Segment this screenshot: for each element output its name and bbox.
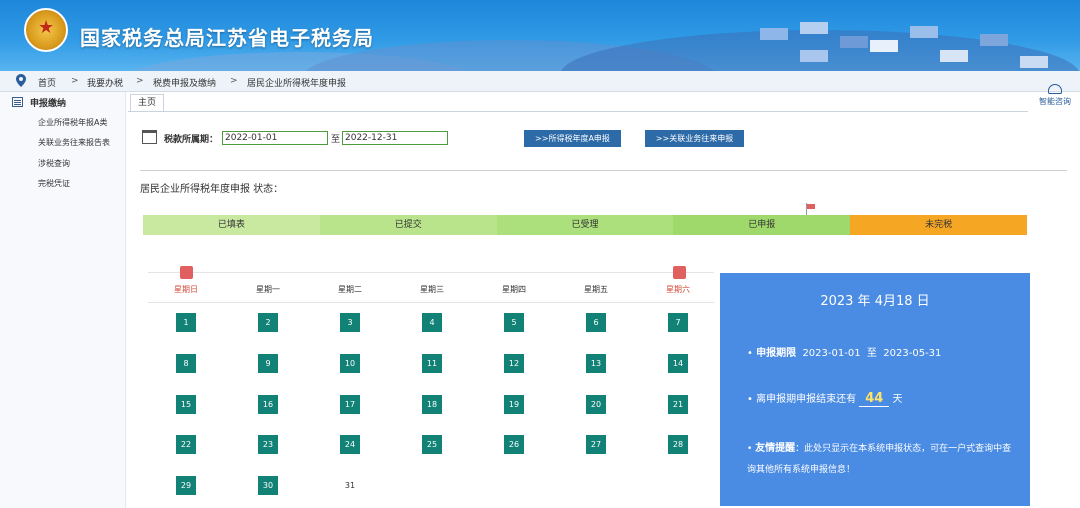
period-to-label: 至 xyxy=(331,135,341,145)
location-pin-icon xyxy=(16,74,26,87)
annual-a-declare-button[interactable]: >>所得税年度A申报 xyxy=(524,130,621,147)
friendly-tip: • 友情提醒：此处只显示在本系统申报状态，可在一户式查询中查询其他所有系统申报信… xyxy=(747,438,1019,481)
weekday-mon: 星期一 xyxy=(256,285,280,294)
list-icon xyxy=(12,97,23,107)
calendar-day[interactable]: 26 xyxy=(504,435,524,454)
today-date: 2023 年 4月18 日 xyxy=(820,294,930,309)
deadline-label: 申报期限 xyxy=(756,348,797,359)
breadcrumb-declare-pay[interactable]: 税费申报及缴纳 xyxy=(153,76,216,89)
weekday-fri: 星期五 xyxy=(584,285,608,294)
calendar-day[interactable]: 1 xyxy=(176,313,196,332)
weekend-marker-icon xyxy=(180,266,193,279)
breadcrumb-separator: > xyxy=(230,76,238,86)
breadcrumb-separator: > xyxy=(71,76,79,86)
status-step-unpaid: 未完税 xyxy=(850,215,1027,235)
deadline-to-label: 至 xyxy=(866,348,877,359)
sidebar-item-tax-query[interactable]: 涉税查询 xyxy=(38,158,70,169)
calendar-day[interactable]: 14 xyxy=(668,354,688,373)
breadcrumb: 首页 > 我要办税 > 税费申报及缴纳 > 居民企业所得税年度申报 xyxy=(0,71,1080,92)
calendar-day[interactable]: 25 xyxy=(422,435,442,454)
bullet-icon: • xyxy=(747,394,757,405)
remaining-suffix: 天 xyxy=(892,394,903,405)
calendar-day[interactable]: 3 xyxy=(340,313,360,332)
calendar-day[interactable]: 2 xyxy=(258,313,278,332)
breadcrumb-tax-services[interactable]: 我要办税 xyxy=(87,76,123,89)
sidebar-heading[interactable]: 申报缴纳 xyxy=(30,96,66,109)
calendar-day[interactable]: 23 xyxy=(258,435,278,454)
bullet-icon: • xyxy=(747,348,757,359)
period-label: 税款所属期： xyxy=(164,135,219,145)
calendar-day[interactable]: 27 xyxy=(586,435,606,454)
smart-consult-button[interactable]: 智能咨询 xyxy=(1033,84,1077,112)
sidebar-item-tax-certificate[interactable]: 完税凭证 xyxy=(38,178,70,189)
calendar-day[interactable]: 4 xyxy=(422,313,442,332)
remaining-row: • 离申报期申报结束还有 44 天 xyxy=(747,390,903,407)
site-header: ★ 国家税务总局江苏省电子税务局 xyxy=(0,0,1080,71)
deadline-row: • 申报期限 2023-01-01 至 2023-05-31 xyxy=(747,344,941,359)
deadline-to: 2023-05-31 xyxy=(883,348,942,359)
bullet-icon: • xyxy=(747,444,756,454)
calendar-day[interactable]: 22 xyxy=(176,435,196,454)
calendar-day[interactable]: 8 xyxy=(176,354,196,373)
calendar-day[interactable]: 15 xyxy=(176,395,196,414)
related-business-declare-button[interactable]: >>关联业务往来申报 xyxy=(645,130,744,147)
period-from-input[interactable] xyxy=(222,131,328,145)
weekday-sat: 星期六 xyxy=(666,285,690,294)
sidebar-item-related-report[interactable]: 关联业务往来报告表 xyxy=(38,137,110,148)
weekday-thu: 星期四 xyxy=(502,285,526,294)
status-step-filled: 已填表 xyxy=(143,215,320,235)
calendar-icon xyxy=(142,130,157,144)
tax-emblem-icon: ★ xyxy=(24,8,68,52)
deadline-from: 2023-01-01 xyxy=(802,348,861,359)
calendar-day[interactable]: 29 xyxy=(176,476,196,495)
flag-icon xyxy=(806,203,815,215)
calendar-day[interactable]: 24 xyxy=(340,435,360,454)
breadcrumb-home[interactable]: 首页 xyxy=(38,76,56,89)
status-step-declared: 已申报 xyxy=(673,215,851,235)
calendar-day[interactable]: 20 xyxy=(586,395,606,414)
calendar-day[interactable]: 6 xyxy=(586,313,606,332)
calendar-day[interactable]: 19 xyxy=(504,395,524,414)
blurred-user-area xyxy=(740,20,1070,71)
tab-home[interactable]: 主页 xyxy=(130,94,164,111)
calendar-day[interactable]: 9 xyxy=(258,354,278,373)
calendar-day[interactable]: 10 xyxy=(340,354,360,373)
calendar-header-line xyxy=(148,302,714,303)
section-divider xyxy=(140,170,1067,171)
calendar-day[interactable]: 7 xyxy=(668,313,688,332)
calendar-header-line xyxy=(148,272,714,273)
calendar-day[interactable]: 11 xyxy=(422,354,442,373)
calendar-day[interactable]: 30 xyxy=(258,476,278,495)
deadline-info-panel: 2023 年 4月18 日 • 申报期限 2023-01-01 至 2023-0… xyxy=(720,273,1030,506)
weekend-marker-icon xyxy=(673,266,686,279)
status-title: 居民企业所得税年度申报 状态： xyxy=(140,184,284,195)
headset-icon xyxy=(1048,84,1062,94)
status-step-submitted: 已提交 xyxy=(319,215,497,235)
remaining-days: 44 xyxy=(859,391,890,407)
sidebar: 申报缴纳 企业所得税年报A类 关联业务往来报告表 涉税查询 完税凭证 xyxy=(0,92,126,508)
calendar-day[interactable]: 16 xyxy=(258,395,278,414)
weekday-sun: 星期日 xyxy=(174,285,198,294)
period-to-input[interactable] xyxy=(342,131,448,145)
calendar-day[interactable]: 21 xyxy=(668,395,688,414)
tab-divider xyxy=(128,111,1028,112)
remaining-prefix: 离申报期申报结束还有 xyxy=(756,394,857,405)
weekday-tue: 星期二 xyxy=(338,285,362,294)
breadcrumb-current: 居民企业所得税年度申报 xyxy=(247,79,347,89)
weekday-wed: 星期三 xyxy=(420,285,444,294)
status-step-accepted: 已受理 xyxy=(496,215,674,235)
calendar-day[interactable]: 31 xyxy=(340,476,360,495)
tip-label: 友情提醒 xyxy=(755,443,796,454)
status-progress: 已填表 已提交 已受理 已申报 未完税 xyxy=(143,215,1027,235)
calendar-day[interactable]: 12 xyxy=(504,354,524,373)
calendar-day[interactable]: 28 xyxy=(668,435,688,454)
calendar-day[interactable]: 5 xyxy=(504,313,524,332)
calendar-day[interactable]: 13 xyxy=(586,354,606,373)
calendar-day[interactable]: 18 xyxy=(422,395,442,414)
site-title: 国家税务总局江苏省电子税务局 xyxy=(80,26,374,50)
calendar-day[interactable]: 17 xyxy=(340,395,360,414)
breadcrumb-separator: > xyxy=(136,76,144,86)
sidebar-item-annual-a[interactable]: 企业所得税年报A类 xyxy=(38,117,107,128)
smart-consult-label: 智能咨询 xyxy=(1039,97,1071,106)
